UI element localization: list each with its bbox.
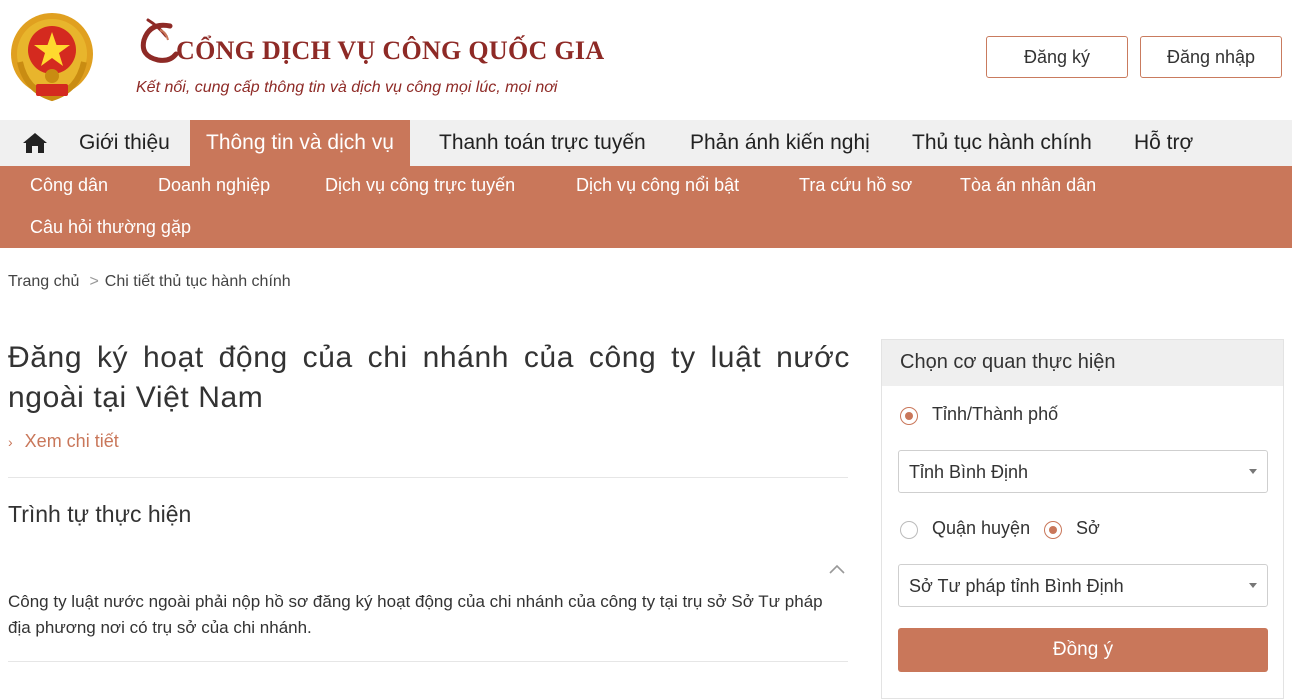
province-select[interactable]: Tỉnh Bình Định: [898, 450, 1268, 493]
section-title: Trình tự thực hiện: [8, 501, 192, 527]
breadcrumb-home[interactable]: Trang chủ: [8, 273, 79, 290]
nav-item-thu-tuc-hanh-chinh[interactable]: Thủ tục hành chính: [912, 120, 1092, 166]
breadcrumb-separator: >: [89, 273, 99, 290]
subnav-item-cong-dan[interactable]: Công dân: [30, 175, 108, 196]
site-header: CỔNG DỊCH VỤ CÔNG QUỐC GIA Kết nối, cung…: [0, 0, 1292, 120]
chevron-up-icon[interactable]: [828, 563, 846, 575]
agree-button[interactable]: Đồng ý: [898, 628, 1268, 672]
subnav-item-doanh-nghiep[interactable]: Doanh nghiệp: [158, 175, 270, 196]
nav-item-ho-tro[interactable]: Hỗ trợ: [1134, 120, 1193, 166]
chevron-right-icon: ›: [8, 434, 13, 450]
brand-logo-icon: [140, 18, 179, 63]
caret-down-icon: [1249, 469, 1257, 474]
radio-province-label[interactable]: Tỉnh/Thành phố: [932, 404, 1058, 425]
nav-item-gioi-thieu[interactable]: Giới thiệu: [79, 120, 170, 166]
sub-nav: Công dân Doanh nghiệp Dịch vụ công trực …: [0, 166, 1292, 248]
subnav-item-dich-vu-cong-truc-tuyen[interactable]: Dịch vụ công trực tuyến: [325, 175, 515, 196]
divider: [8, 477, 848, 478]
brand-title[interactable]: CỔNG DỊCH VỤ CÔNG QUỐC GIA: [176, 36, 604, 66]
subnav-item-tra-cuu-ho-so[interactable]: Tra cứu hồ sơ: [799, 175, 912, 196]
brand-tagline: Kết nối, cung cấp thông tin và dịch vụ c…: [136, 79, 558, 96]
subnav-item-cau-hoi-thuong-gap[interactable]: Câu hỏi thường gặp: [30, 217, 191, 238]
view-detail-link[interactable]: › Xem chi tiết: [8, 431, 119, 452]
national-emblem-icon[interactable]: [6, 10, 98, 104]
department-select-value: Sở Tư pháp tỉnh Bình Định: [909, 576, 1124, 596]
nav-item-thanh-toan-truc-tuyen[interactable]: Thanh toán trực tuyến: [439, 120, 646, 166]
caret-down-icon: [1249, 583, 1257, 588]
radio-province[interactable]: [900, 407, 918, 425]
page-title: Đăng ký hoạt động của chi nhánh của công…: [8, 341, 850, 414]
panel-header: Chọn cơ quan thực hiện: [882, 340, 1283, 386]
nav-item-thong-tin-va-dich-vu[interactable]: Thông tin và dịch vụ: [190, 120, 410, 166]
subnav-item-toa-an-nhan-dan[interactable]: Tòa án nhân dân: [960, 175, 1096, 196]
province-select-value: Tỉnh Bình Định: [909, 462, 1029, 482]
breadcrumb: Trang chủ > Chi tiết thủ tục hành chính: [8, 273, 291, 291]
radio-department-label[interactable]: Sở: [1076, 518, 1100, 539]
login-button[interactable]: Đăng nhập: [1140, 36, 1282, 78]
radio-department[interactable]: [1044, 521, 1062, 539]
section-body: Công ty luật nước ngoài phải nộp hồ sơ đ…: [8, 592, 823, 637]
agency-selection-panel: Chọn cơ quan thực hiện Tỉnh/Thành phố Tỉ…: [881, 339, 1284, 699]
divider: [8, 661, 848, 662]
breadcrumb-current: Chi tiết thủ tục hành chính: [104, 273, 291, 290]
main-nav: Giới thiệu Thông tin và dịch vụ Thanh to…: [0, 120, 1292, 166]
home-icon[interactable]: [22, 132, 48, 154]
view-detail-label: Xem chi tiết: [24, 431, 119, 451]
radio-district-label[interactable]: Quận huyện: [932, 518, 1030, 539]
panel-title: Chọn cơ quan thực hiện: [900, 351, 1116, 373]
register-button[interactable]: Đăng ký: [986, 36, 1128, 78]
nav-item-phan-anh-kien-nghi[interactable]: Phản ánh kiến nghị: [690, 120, 870, 166]
department-select[interactable]: Sở Tư pháp tỉnh Bình Định: [898, 564, 1268, 607]
radio-district[interactable]: [900, 521, 918, 539]
subnav-item-dich-vu-cong-noi-bat[interactable]: Dịch vụ công nổi bật: [576, 175, 739, 196]
